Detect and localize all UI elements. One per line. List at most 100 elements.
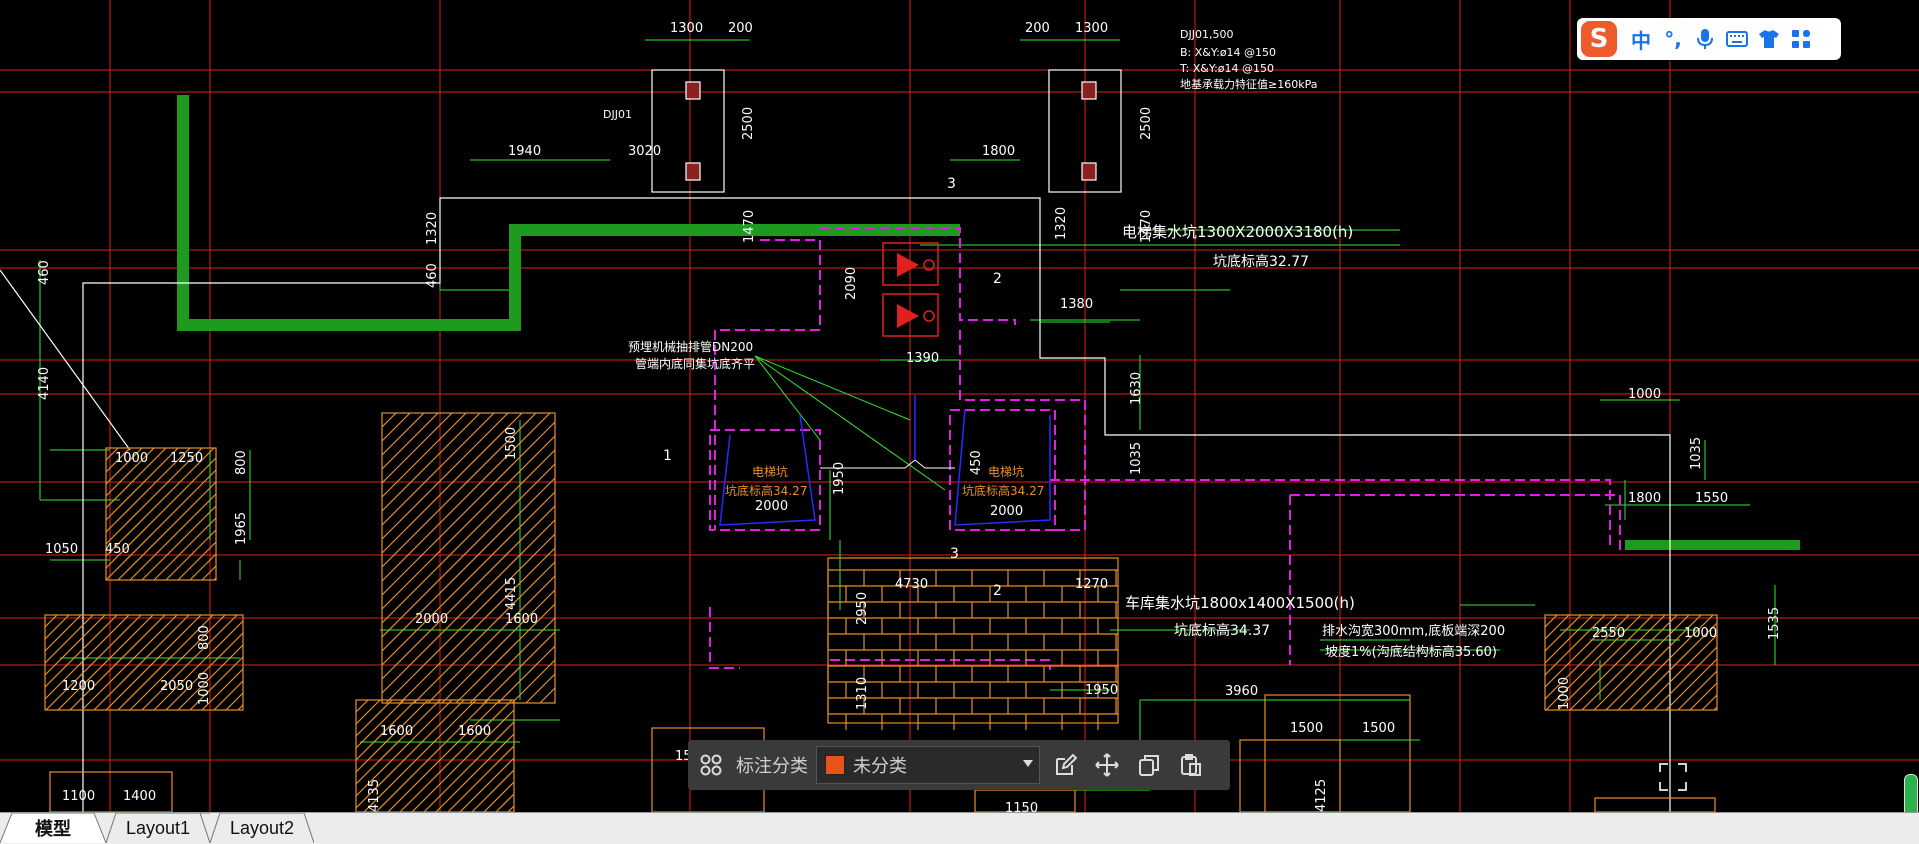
hatch-line xyxy=(237,704,244,711)
dimension-text: 1390 xyxy=(906,351,939,366)
hatch-line xyxy=(375,699,489,812)
dimension-text: 1630 xyxy=(1129,372,1144,405)
language-toggle-button[interactable]: 中 xyxy=(1625,23,1657,55)
dimension-text: 坑底标高34.27 xyxy=(725,483,807,498)
hatch-line xyxy=(1544,614,1558,628)
dimension-text: 1 xyxy=(663,448,672,464)
hatch-line xyxy=(1689,682,1718,711)
hatch-line xyxy=(381,412,467,498)
copy-icon[interactable] xyxy=(1132,748,1166,782)
dimension-text: 1800 xyxy=(1628,491,1661,506)
hatch-line xyxy=(44,614,70,640)
dimension-text: DJJ01 xyxy=(603,108,632,121)
dimension-lines xyxy=(39,39,1800,791)
sogou-logo-icon[interactable]: S xyxy=(1581,21,1617,57)
annotation-toolbar[interactable]: 标注分类 未分类 xyxy=(688,740,1230,790)
punctuation-toggle-button[interactable]: °, xyxy=(1657,23,1689,55)
paste-icon[interactable] xyxy=(1174,748,1208,782)
microphone-icon[interactable] xyxy=(1689,23,1721,55)
hatch-line xyxy=(201,565,217,581)
tab-layout1-label: Layout1 xyxy=(125,817,191,838)
dimension-text: 1380 xyxy=(1060,297,1093,312)
cad-drawing-area[interactable]: 1300 200 200 1300 1940 3020 1800 2500 2500 1320 13… xyxy=(0,0,1919,812)
hatch-line xyxy=(381,412,495,526)
ime-toolbar[interactable]: S 中 °, xyxy=(1577,18,1841,60)
skin-icon[interactable] xyxy=(1753,23,1785,55)
dimension-text: 1035 xyxy=(1129,442,1144,475)
keyboard-icon[interactable] xyxy=(1721,23,1753,55)
fullscreen-icon[interactable] xyxy=(1658,762,1688,792)
wall-line xyxy=(709,607,740,669)
hatch-line xyxy=(381,412,453,484)
hatch-line xyxy=(381,412,551,582)
hatch-line xyxy=(355,699,369,713)
wall-line xyxy=(709,429,821,531)
dimension-text: 1320 xyxy=(425,212,440,245)
dimension-text: 1050 xyxy=(45,542,78,557)
dimension-text: 1000 xyxy=(1628,387,1661,402)
pump-icon xyxy=(897,253,919,277)
hatch-line xyxy=(471,769,515,812)
tab-layout1[interactable]: Layout1 xyxy=(106,813,210,843)
edit-icon[interactable] xyxy=(1048,748,1082,782)
hatch-line xyxy=(69,614,166,711)
dimension-text: 450 xyxy=(105,542,130,557)
dimension-text: 1000 xyxy=(1684,626,1717,641)
dimension-text: 1600 xyxy=(380,724,413,739)
move-icon[interactable] xyxy=(1090,748,1124,782)
dimension-text: 1270 xyxy=(1075,577,1108,592)
hatch-line xyxy=(497,645,556,704)
hatch-line xyxy=(45,614,142,711)
axis-grid xyxy=(0,0,1919,812)
hatch-line xyxy=(447,745,515,812)
hatch-line xyxy=(459,757,515,812)
dimension-text: 1500 xyxy=(1362,721,1395,736)
dimension-text: 1200 xyxy=(62,679,95,694)
dimension-text: 3 xyxy=(950,546,959,562)
dimension-text: 坑底标高34.27 xyxy=(962,483,1044,498)
tab-model[interactable]: 模型 xyxy=(0,813,106,843)
hatch-line xyxy=(44,614,58,628)
dimension-text: 1320 xyxy=(1054,207,1069,240)
dimension-text: 4730 xyxy=(895,577,928,592)
apps-icon[interactable] xyxy=(1785,23,1817,55)
dimension-text: 1000 xyxy=(197,672,212,705)
pump-icon xyxy=(897,304,919,328)
dimension-text: 坡度1%(沟底结构标高35.60) xyxy=(1325,644,1497,660)
dimension-text: 2 xyxy=(993,583,1002,599)
grid-menu-icon[interactable] xyxy=(694,748,728,782)
hatch-line xyxy=(189,553,217,581)
dimension-text: 3020 xyxy=(628,144,661,159)
dimension-text: 3 xyxy=(947,176,956,192)
hatch-line xyxy=(381,412,481,512)
dimension-text: 坑底标高32.77 xyxy=(1213,253,1309,270)
dimension-text: 1100 xyxy=(62,789,95,804)
hatch-line xyxy=(525,673,556,704)
hatch-line xyxy=(153,517,217,581)
hatch-line xyxy=(1641,634,1718,711)
hatch-line xyxy=(387,699,501,812)
dimension-text: 1950 xyxy=(1085,683,1118,698)
dimension-text: 1150 xyxy=(1005,801,1038,812)
hatch-line xyxy=(93,614,190,711)
layout-tab-bar: 模型 Layout1 Layout2 xyxy=(0,812,1919,844)
hatch-line xyxy=(1544,614,1594,664)
pile-marker xyxy=(1081,81,1097,100)
dimension-text: 1310 xyxy=(855,677,870,710)
dimension-text: 1500 xyxy=(1290,721,1323,736)
hatch-line xyxy=(57,614,154,711)
hatch-line xyxy=(381,412,439,470)
dimension-text: 电梯坑 xyxy=(752,464,788,479)
dimension-text: 1800 xyxy=(982,144,1015,159)
dimension-text: 排水沟宽300mm,底板端深200 xyxy=(1322,623,1505,639)
dimension-text: 460 xyxy=(425,263,440,288)
category-select[interactable]: 未分类 xyxy=(816,746,1040,784)
hatch-line xyxy=(117,481,217,581)
category-color-swatch xyxy=(825,755,845,775)
dimension-text: DJJ01,500 xyxy=(1180,28,1233,41)
hatch-line xyxy=(44,614,106,676)
hatch-line xyxy=(435,733,515,812)
dimension-text: 200 xyxy=(728,21,753,36)
hatch-line xyxy=(381,519,556,694)
tab-layout2[interactable]: Layout2 xyxy=(210,813,314,843)
